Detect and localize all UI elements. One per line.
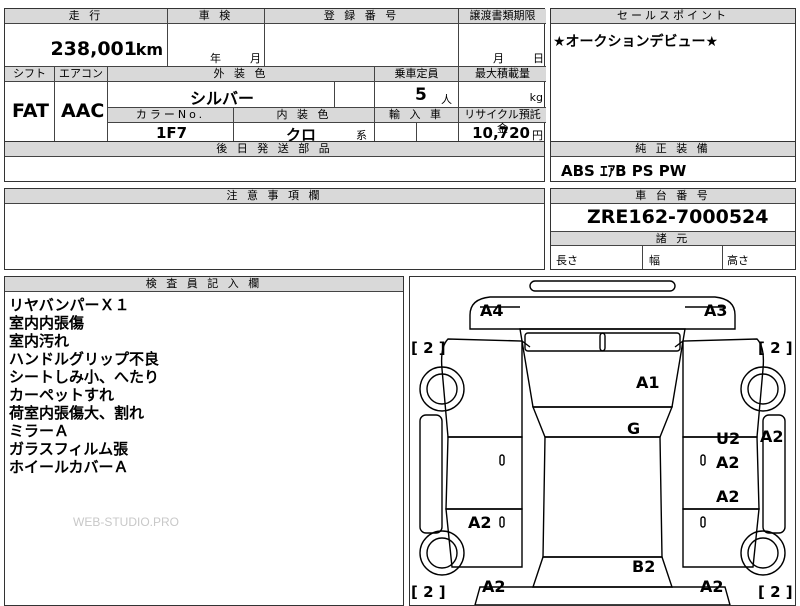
height-cell: 高さ [723,246,795,269]
equipment-box: 純 正 装 備 ABS ｴｱB PS PW [550,141,796,182]
inspector-line: ガラスフィルム張 [9,440,129,458]
car-diagram-box: A4 A3 A1 G U2 A2 A2 A2 A2 B2 A2 A2 [ 2 ]… [409,276,796,606]
transfer-deadline-header: 譲渡書類期限 [459,9,546,24]
import-header: 輸 入 車 [375,108,459,123]
damage-a2-right-edge: A2 [760,427,784,446]
shift-value: FAT [12,100,49,122]
inspector-line: 荷室内張傷大、割れ [9,404,145,422]
aircon-cell: AAC [55,82,108,143]
inspector-box: 検 査 員 記 入 欄 リヤバンパーＸ１ 室内内張傷 室内汚れ ハンドルグリップ… [4,276,404,606]
capacity-header: 乗車定員 [375,67,459,82]
inspector-line: シートしみ小、へたり [9,368,160,386]
inspector-line: ハンドルグリップ不良 [9,350,160,368]
damage-a2-left-lower: A2 [468,513,492,532]
inspector-line: 室内内張傷 [9,314,85,332]
tire-bracket-front-right: [ 2 ] [758,339,793,357]
damage-b2: B2 [632,557,656,576]
tire-bracket-front-left: [ 2 ] [411,339,446,357]
damage-u2: U2 [716,429,741,448]
width-label: 幅 [649,254,660,267]
mileage-value: 238,001 [50,38,137,60]
inspection-header: 車 検 [168,9,265,24]
mileage-header: 走 行 [5,9,168,24]
interior-color-header: 内 装 色 [234,108,375,123]
damage-a2-right-mid: A2 [716,453,740,472]
recycle-cell: 10,720 円 [459,123,546,143]
tire-bracket-rear-left: [ 2 ] [411,583,446,601]
max-load-header: 最大積載量 [459,67,546,82]
inspection-month-unit: 月 [250,52,261,65]
chassis-value: ZRE162-7000524 [587,206,769,228]
mileage-unit: km [135,40,163,59]
damage-a3: A3 [704,301,728,320]
inspector-line: ホイールカバーＡ [9,458,129,476]
recycle-header: リサイクル預託金 [459,108,546,135]
later-parts-box: 後 日 発 送 部 品 [4,141,545,182]
capacity-cell: 5 人 [375,82,459,108]
inspection-cell: 年 月 [168,24,265,67]
capacity-unit: 人 [441,93,452,106]
registration-cell [265,24,459,67]
registration-header: 登 録 番 号 [265,9,459,24]
transfer-month-unit: 月 [493,52,504,65]
aircon-value: AAC [61,100,105,122]
transfer-day-unit: 日 [533,52,544,65]
max-load-unit: kg [529,91,543,104]
inspector-header: 検 査 員 記 入 欄 [5,277,403,292]
import-cell-a [375,123,417,143]
inspector-line: リヤバンパーＸ１ [9,296,130,314]
interior-color-cell: クロ 系 [234,123,375,144]
recycle-value: 10,720 [472,124,530,142]
inspector-line: カーペットすれ [9,386,115,404]
shift-header: シフト [5,67,55,82]
inspector-lines: リヤバンパーＸ１ 室内内張傷 室内汚れ ハンドルグリップ不良 シートしみ小、へた… [9,296,159,476]
damage-a4: A4 [480,301,504,320]
color-no-value: 1F7 [156,124,188,142]
equipment-value: ABS ｴｱB PS PW [561,162,687,180]
transfer-deadline-cell: 月 日 [459,24,546,67]
notes-box: 注 意 事 項 欄 [4,188,545,270]
sales-point-box: セールスポイント ★オークションデビュー★ [550,8,796,142]
color-no-header: カラーNo. [108,108,234,123]
max-load-cell: kg [459,82,546,108]
damage-g: G [627,419,641,438]
tire-bracket-rear-right: [ 2 ] [758,583,793,601]
inspection-year-unit: 年 [210,52,221,65]
sales-point-value: ★オークションデビュー★ [553,34,719,50]
chassis-header: 車 台 番 号 [551,189,795,204]
damage-a2-bottom-right: A2 [700,577,724,596]
mileage-cell: 238,001 km [5,24,168,67]
inspector-line: 室内汚れ [9,332,70,350]
later-parts-header: 後 日 発 送 部 品 [5,142,544,157]
exterior-color-cell-2 [335,82,375,108]
inspector-line: ミラーＡ [9,422,70,440]
height-label: 高さ [727,254,749,267]
sales-point-header: セールスポイント [551,9,795,24]
watermark: WEB-STUDIO.PRO [73,515,180,529]
length-cell: 長さ [551,246,643,269]
notes-header: 注 意 事 項 欄 [5,189,544,204]
damage-a1: A1 [636,373,660,392]
exterior-color-header: 外 装 色 [108,67,375,82]
exterior-color-cell: シルバー [108,82,335,108]
import-cell-b [417,123,459,143]
shift-cell: FAT [5,82,55,143]
aircon-header: エアコン [55,67,108,82]
dimensions-header: 諸 元 [551,231,795,246]
damage-a2-bottom-left: A2 [482,577,506,596]
damage-a2-right-lower: A2 [716,487,740,506]
equipment-header: 純 正 装 備 [551,142,795,157]
color-no-cell: 1F7 [108,123,234,143]
exterior-color-value: シルバー [190,89,255,108]
capacity-value: 5 [415,85,427,105]
width-cell: 幅 [643,246,723,269]
vehicle-info-table: 走 行 車 検 登 録 番 号 譲渡書類期限 238,001 km 年 月 月 … [4,8,546,144]
length-label: 長さ [556,254,578,267]
chassis-box: 車 台 番 号 ZRE162-7000524 諸 元 長さ 幅 高さ [550,188,796,270]
